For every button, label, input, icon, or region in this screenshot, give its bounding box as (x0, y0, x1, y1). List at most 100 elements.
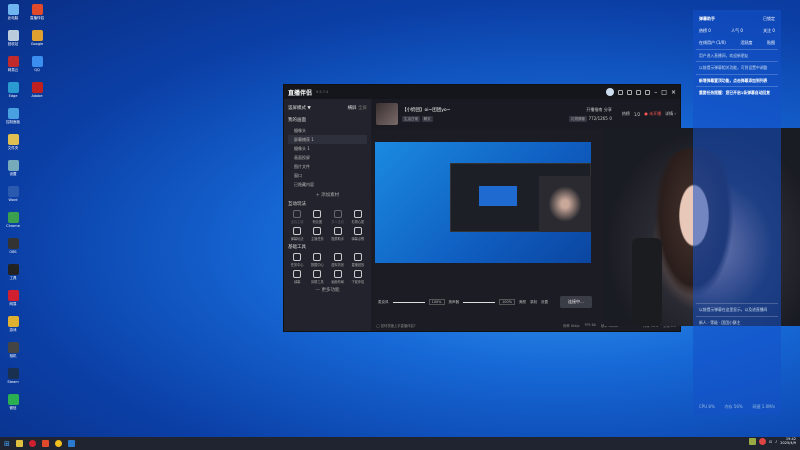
tool-interact-button[interactable]: 礼物心愿 (349, 210, 367, 224)
assistant-tab[interactable]: 贴图 (767, 40, 775, 46)
tool-tools-button[interactable]: 剪辑工具 (308, 270, 326, 284)
clock-date[interactable]: 2025/4/9 (780, 441, 796, 446)
desktop-icon[interactable]: Edge (2, 82, 24, 98)
danmaku-message: 重要任务提醒：您已开启1条弹幕自动回复 (696, 85, 778, 98)
tool-interact-button[interactable]: 弹幕玩法 (288, 227, 306, 241)
mic-volume-slider[interactable] (392, 301, 425, 303)
source-item[interactable]: 屏幕捕获 1 (288, 135, 367, 144)
tray-icon[interactable] (759, 438, 767, 446)
desktop-icon[interactable]: 微信 (2, 394, 24, 411)
minimize-button[interactable]: – (654, 89, 657, 96)
source-item[interactable]: 图片文件 (288, 162, 367, 171)
tool-tools-button[interactable]: 直播回放 (349, 253, 367, 267)
message-icon[interactable] (618, 89, 624, 95)
more-features-button[interactable]: — 更多功能 (288, 287, 367, 293)
tool-interact-button[interactable]: 连线主播 (288, 210, 306, 224)
desktop-icon-label: 相机 (9, 354, 17, 358)
taskbar-app-icon[interactable] (67, 440, 75, 447)
tray-icon[interactable] (749, 438, 757, 446)
tab-hot[interactable]: 热榜 (622, 111, 630, 117)
desktop-icon[interactable]: Google (26, 30, 48, 46)
desktop-icon[interactable]: 直播伴侣 (26, 4, 48, 21)
desktop-icon[interactable]: QQ (26, 56, 48, 72)
help-link[interactable]: ◯ 如何快速上手直播伴侣? (376, 323, 415, 328)
desktop-icon[interactable]: 网易云 (2, 56, 24, 73)
lock-button[interactable]: 已锁定 (763, 16, 775, 22)
source-item[interactable]: 窗口 (288, 171, 367, 180)
gift-block-button[interactable]: 礼物屏蔽 (569, 115, 588, 122)
avatar[interactable] (606, 88, 615, 96)
desktop-icon[interactable]: 工具 (2, 264, 24, 281)
tool-icon (313, 270, 322, 278)
taskbar-app-icon[interactable] (54, 440, 62, 447)
speaker-volume-slider[interactable] (463, 301, 496, 303)
settings-button[interactable]: 设置 (541, 300, 548, 305)
tab-landscape[interactable]: 横屏 (348, 106, 357, 111)
tool-interact-button[interactable]: 主播任务 (308, 227, 326, 241)
go-live-button[interactable]: 连接中... (560, 296, 592, 308)
assistant-stat: 热榜 0 (699, 28, 711, 33)
tab-fullscreen[interactable]: 全屏 (358, 106, 367, 111)
effects-button[interactable]: 美颜 (519, 300, 526, 305)
tool-interact-button[interactable]: 粉丝团 (308, 210, 326, 224)
desktop-icon[interactable]: Word (2, 186, 24, 202)
danmaku-assistant-panel: 弹幕助手 已锁定 热榜 0 人气 0 关注 0 在线用户 (1/0) 活跃度 贴图 用户进… (693, 10, 781, 415)
add-source-button[interactable]: + 添加素材 (288, 192, 367, 198)
tool-label: 弹幕玩法 (290, 237, 304, 241)
taskbar-app-icon[interactable] (41, 440, 49, 447)
detail-link[interactable]: 详情 › (665, 111, 676, 117)
source-item[interactable]: 已隐藏内容 (288, 180, 367, 189)
tool-label: 下载伴侣 (351, 280, 365, 284)
tool-tools-button[interactable]: 下载伴侣 (349, 270, 367, 284)
desktop-icon[interactable]: 控制面板 (2, 108, 24, 125)
assistant-tab[interactable]: 活跃度 (740, 40, 752, 46)
start-button[interactable]: ⊞ (4, 440, 10, 448)
close-button[interactable]: × (671, 89, 676, 96)
headset-icon[interactable] (627, 89, 633, 95)
volume-icon[interactable]: ♪ (775, 440, 777, 444)
source-item[interactable]: 画面投屏 (288, 153, 367, 162)
share-button[interactable]: 分享 (604, 107, 612, 112)
desktop-icon[interactable]: Chrome (2, 212, 24, 228)
assistant-tab[interactable]: 在线用户 (1/0) (699, 40, 726, 46)
assistant-title: 弹幕助手 (699, 16, 715, 21)
desktop-icon[interactable]: Steam (2, 368, 24, 384)
room-cover[interactable] (376, 103, 398, 125)
source-item[interactable]: 摄像头 (288, 126, 367, 135)
maximize-button[interactable]: □ (661, 89, 667, 96)
mode-select[interactable]: 竖屏模式 ▼ (288, 105, 311, 111)
source-item[interactable]: 摄像头 1 (288, 144, 367, 153)
tool-interact-button[interactable]: 多人连线 (329, 210, 347, 224)
tool-tools-button[interactable]: 数据中心 (308, 253, 326, 267)
record-button[interactable]: 录制 (530, 300, 537, 305)
network-icon[interactable]: ⊡ (769, 440, 772, 444)
tool-tools-button[interactable]: 虚拟背景 (329, 253, 347, 267)
settings-icon[interactable] (636, 89, 642, 95)
tool-tools-button[interactable]: 任务中心 (288, 253, 306, 267)
desktop-icon[interactable]: 相机 (2, 342, 24, 359)
room-tag[interactable]: 聊天 (421, 115, 433, 122)
desktop-icon[interactable]: 此电脑 (2, 4, 24, 21)
desktop-icon[interactable]: 设置 (2, 160, 24, 177)
desktop-icon[interactable]: 网易 (2, 290, 24, 307)
tool-tools-button[interactable]: 绿幕 (288, 270, 306, 284)
desktop-icon[interactable]: 游戏 (2, 316, 24, 333)
taskbar-app-icon[interactable] (15, 440, 23, 447)
tool-tools-button[interactable]: 画面布局 (329, 270, 347, 284)
tool-interact-button[interactable]: 投屏助手 (329, 227, 347, 241)
room-tag[interactable]: 生活日常 (402, 115, 420, 122)
desktop-icon[interactable]: 回收站 (2, 30, 24, 47)
desktop-icon[interactable]: Adobe (26, 82, 48, 98)
guide-button[interactable]: 开播指南 (586, 107, 602, 112)
tool-label: 多人连线 (331, 220, 344, 224)
desktop-icon[interactable]: 文件夹 (2, 134, 24, 151)
room-title[interactable]: 【小奶团】oi~团团yo~ (402, 107, 450, 113)
desktop-icon[interactable]: OBS (2, 238, 24, 254)
app-version: 9.5.7.4 (316, 90, 329, 94)
stream-preview[interactable] (375, 142, 591, 263)
menu-icon[interactable] (645, 89, 651, 95)
tab-page[interactable]: 1/2 (634, 112, 640, 117)
tool-interact-button[interactable]: 弹幕点歌 (349, 227, 367, 241)
system-tray: ⊡ ♪ 19:42 2025/4/9 (749, 437, 796, 446)
taskbar-app-icon[interactable] (28, 440, 36, 447)
